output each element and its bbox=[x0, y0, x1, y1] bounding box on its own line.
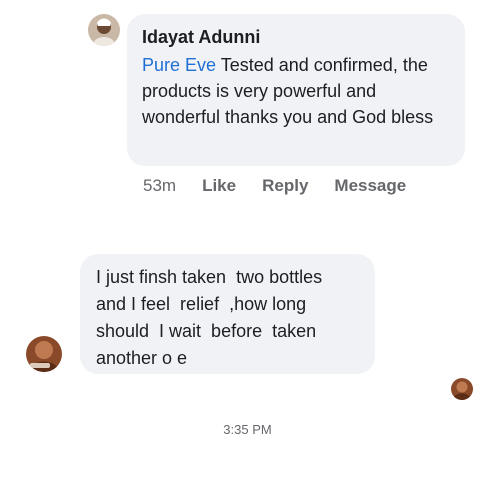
mention-link[interactable]: Pure Eve bbox=[142, 55, 216, 75]
comment-timestamp[interactable]: 53m bbox=[143, 176, 176, 196]
comment-actions: 53m Like Reply Message bbox=[143, 176, 432, 196]
reply-button[interactable]: Reply bbox=[262, 176, 308, 196]
comment-author-name[interactable]: Idayat Adunni bbox=[142, 26, 451, 48]
message-time-divider: 3:35 PM bbox=[223, 422, 272, 437]
sender-avatar[interactable] bbox=[26, 336, 62, 372]
message-bubble: I just finsh taken two bottles and I fee… bbox=[80, 254, 375, 374]
commenter-avatar[interactable] bbox=[88, 14, 120, 46]
like-button[interactable]: Like bbox=[202, 176, 236, 196]
message-button[interactable]: Message bbox=[334, 176, 406, 196]
comment-bubble: Idayat Adunni Pure Eve Tested and confir… bbox=[127, 14, 465, 166]
comment-text: Pure Eve Tested and confirmed, the produ… bbox=[142, 52, 451, 130]
seen-receipt-avatar bbox=[451, 378, 473, 400]
